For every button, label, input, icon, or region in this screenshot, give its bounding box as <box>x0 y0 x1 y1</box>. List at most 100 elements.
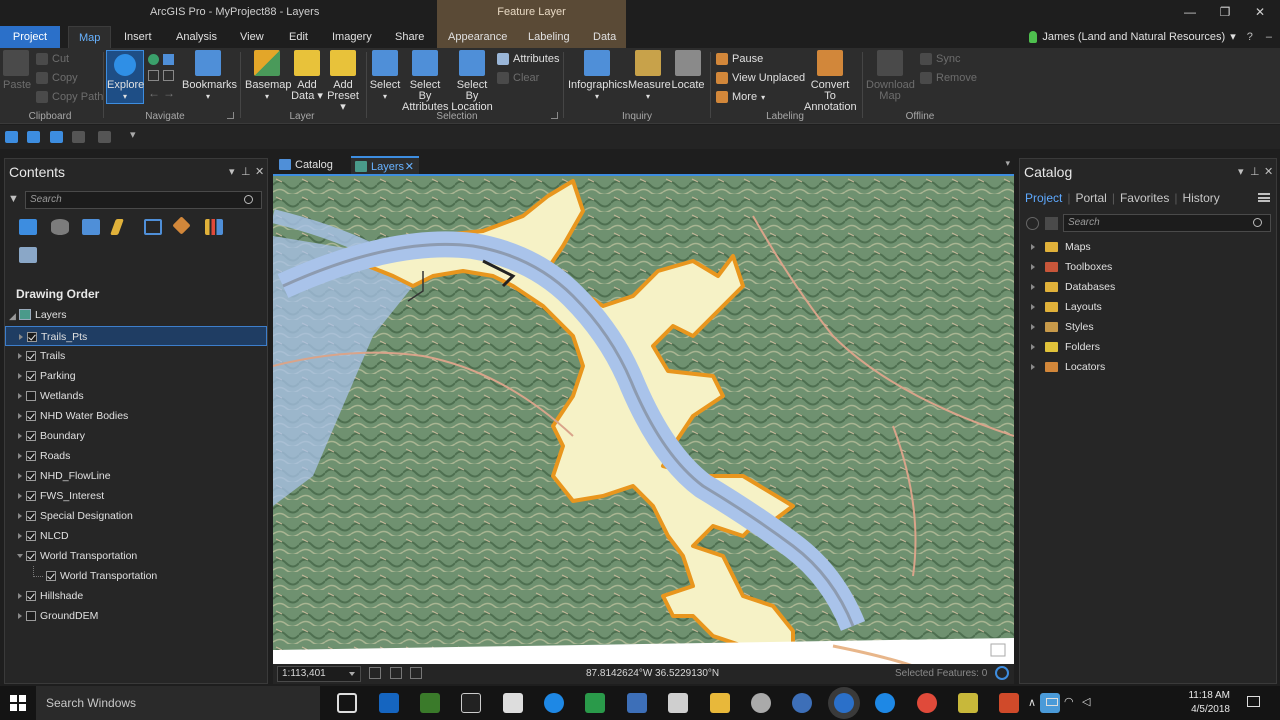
customize-icon[interactable]: ▾ <box>130 128 143 141</box>
expand-icon[interactable] <box>18 413 22 419</box>
layer-row[interactable]: NLCD <box>5 526 267 546</box>
convert-to-annotation-button[interactable]: Convert To Annotation <box>804 50 857 113</box>
help-icon[interactable]: ? <box>1247 31 1253 43</box>
close-pane-icon[interactable]: ✕ <box>255 165 264 178</box>
expand-icon[interactable] <box>1031 324 1035 330</box>
navigate-launcher-icon[interactable] <box>227 112 234 119</box>
root-expander-icon[interactable]: ◢ <box>9 311 16 322</box>
app-icon[interactable] <box>751 693 771 713</box>
tab-analysis[interactable]: Analysis <box>166 26 227 48</box>
pane-options-icon[interactable]: ▾ <box>1238 165 1244 178</box>
expand-icon[interactable] <box>1031 344 1035 350</box>
selection-launcher-icon[interactable] <box>551 112 558 119</box>
powerpoint-icon[interactable] <box>999 693 1019 713</box>
catalog-item[interactable]: Styles <box>1020 317 1276 337</box>
catalog-tab-history[interactable]: History <box>1182 191 1219 205</box>
redo-icon[interactable] <box>98 131 111 143</box>
fixed-zoom-in-icon[interactable] <box>148 70 159 81</box>
fixed-zoom-out-icon[interactable] <box>163 70 174 81</box>
collapse-icon[interactable] <box>17 554 23 558</box>
add-data-button[interactable]: Add Data ▾ <box>291 50 323 102</box>
explore-button[interactable]: Explore ▾ <box>106 50 144 104</box>
r-icon[interactable] <box>792 693 812 713</box>
expand-icon[interactable] <box>1031 284 1035 290</box>
task-view-icon[interactable] <box>337 693 357 713</box>
expand-icon[interactable] <box>1031 304 1035 310</box>
zoom-layer-icon[interactable] <box>163 54 174 65</box>
layer-row[interactable]: NHD Water Bodies <box>5 406 267 426</box>
previous-extent-icon[interactable]: ← <box>148 86 160 100</box>
expand-icon[interactable] <box>18 493 22 499</box>
catalog-tab-portal[interactable]: Portal <box>1075 191 1106 205</box>
layer-visibility-checkbox[interactable] <box>26 391 36 401</box>
more-labeling-button[interactable]: More ▾ <box>716 91 765 103</box>
list-by-drawing-order-icon[interactable] <box>19 219 37 235</box>
expand-icon[interactable] <box>18 453 22 459</box>
expand-icon[interactable] <box>18 393 22 399</box>
tab-project[interactable]: Project <box>0 26 60 48</box>
expand-icon[interactable] <box>18 593 22 599</box>
tab-labeling[interactable]: Labeling <box>518 26 580 48</box>
nav-options-icon[interactable] <box>369 667 381 679</box>
layer-row[interactable]: GroundDEM <box>5 606 267 626</box>
add-preset-button[interactable]: Add Preset ▾ <box>325 50 361 113</box>
close-button[interactable]: ✕ <box>1249 3 1271 21</box>
layer-row[interactable]: Hillshade <box>5 586 267 606</box>
minimize-ribbon-icon[interactable]: – <box>1266 31 1272 43</box>
tab-appearance[interactable]: Appearance <box>438 26 517 48</box>
app-icon[interactable] <box>420 693 440 713</box>
sync-button[interactable]: Sync <box>920 53 960 65</box>
layer-visibility-checkbox[interactable] <box>26 511 36 521</box>
navigate-tools[interactable]: ← → <box>148 54 176 100</box>
edge-icon[interactable] <box>544 693 564 713</box>
layer-row[interactable]: Wetlands <box>5 386 267 406</box>
tab-edit[interactable]: Edit <box>279 26 318 48</box>
menu-icon[interactable] <box>1258 193 1270 202</box>
file-explorer-icon[interactable] <box>710 693 730 713</box>
skype-icon[interactable] <box>875 693 895 713</box>
pin-icon[interactable]: ⊥ <box>241 165 251 178</box>
tab-insert[interactable]: Insert <box>114 26 162 48</box>
expand-icon[interactable] <box>18 433 22 439</box>
next-extent-icon[interactable]: → <box>163 86 175 100</box>
refresh-icon[interactable] <box>995 666 1009 680</box>
layer-row[interactable]: World Transportation <box>5 566 267 586</box>
expand-icon[interactable] <box>18 473 22 479</box>
outlook-icon[interactable] <box>379 693 399 713</box>
list-by-editing-icon[interactable] <box>110 219 124 235</box>
list-by-perspective-icon[interactable] <box>19 247 37 263</box>
measure-button[interactable]: Measure ▾ <box>628 50 671 102</box>
map-canvas[interactable] <box>273 174 1014 664</box>
layer-visibility-checkbox[interactable] <box>46 571 56 581</box>
list-by-snapping-icon[interactable] <box>144 219 162 235</box>
expand-icon[interactable] <box>1031 364 1035 370</box>
layer-visibility-checkbox[interactable] <box>26 351 36 361</box>
expand-icon[interactable] <box>1031 244 1035 250</box>
calculator-icon[interactable] <box>668 693 688 713</box>
tab-data[interactable]: Data <box>583 26 626 48</box>
wifi-icon[interactable]: ◠ <box>1064 695 1074 708</box>
clear-selection-button[interactable]: Clear <box>497 72 539 84</box>
arcgis-pro-icon[interactable] <box>834 693 854 713</box>
catalog-tab-favorites[interactable]: Favorites <box>1120 191 1169 205</box>
layer-row[interactable]: Boundary <box>5 426 267 446</box>
bookmarks-button[interactable]: Bookmarks ▾ <box>182 50 237 102</box>
paste-button[interactable]: Paste <box>3 50 31 91</box>
copy-button[interactable]: Copy <box>36 72 78 84</box>
volume-icon[interactable]: ◁ <box>1082 695 1090 708</box>
undo-icon[interactable] <box>72 131 85 143</box>
catalog-item[interactable]: Toolboxes <box>1020 257 1276 277</box>
list-by-labeling-icon[interactable] <box>172 216 191 235</box>
chrome-icon[interactable] <box>917 693 937 713</box>
layer-row[interactable]: Special Designation <box>5 506 267 526</box>
windows-search-box[interactable]: Search Windows <box>36 686 320 720</box>
tab-view[interactable]: View <box>230 26 274 48</box>
remove-button[interactable]: Remove <box>920 72 977 84</box>
select-by-location-button[interactable]: Select By Location <box>449 50 495 113</box>
save-icon[interactable] <box>50 131 63 143</box>
expand-icon[interactable] <box>18 533 22 539</box>
battery-icon[interactable] <box>1046 698 1058 706</box>
user-account[interactable]: James (Land and Natural Resources) ▾ ? – <box>1029 30 1272 43</box>
expand-icon[interactable] <box>18 513 22 519</box>
full-extent-icon[interactable] <box>148 54 159 65</box>
